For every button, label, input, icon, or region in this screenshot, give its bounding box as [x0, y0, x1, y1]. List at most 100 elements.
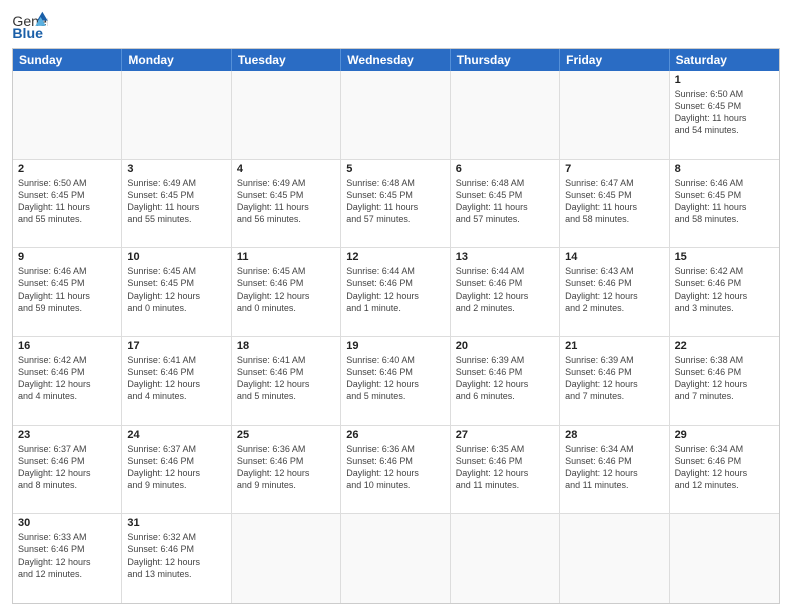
day-cell-8: 8 Sunrise: 6:46 AM Sunset: 6:45 PM Daylig… [670, 160, 779, 248]
day-number: 23 [18, 429, 116, 441]
day-info: Sunrise: 6:49 AM Sunset: 6:45 PM Dayligh… [237, 177, 335, 226]
day-number: 1 [675, 74, 774, 86]
day-number: 16 [18, 340, 116, 352]
day-number: 15 [675, 251, 774, 263]
day-number: 7 [565, 163, 663, 175]
day-info: Sunrise: 6:37 AM Sunset: 6:46 PM Dayligh… [127, 443, 225, 492]
day-cell-18: 18 Sunrise: 6:41 AM Sunset: 6:46 PM Dayli… [232, 337, 341, 425]
day-info: Sunrise: 6:48 AM Sunset: 6:45 PM Dayligh… [346, 177, 444, 226]
day-number: 5 [346, 163, 444, 175]
day-cell-28: 28Sunrise: 6:34 AM Sunset: 6:46 PM Dayli… [560, 426, 669, 514]
day-number: 24 [127, 429, 225, 441]
day-number: 9 [18, 251, 116, 263]
day-info: Sunrise: 6:46 AM Sunset: 6:45 PM Dayligh… [18, 265, 116, 314]
day-cell-20: 20Sunrise: 6:39 AM Sunset: 6:46 PM Dayli… [451, 337, 560, 425]
day-cell-11: 11 Sunrise: 6:45 AM Sunset: 6:46 PM Dayli… [232, 248, 341, 336]
day-info: Sunrise: 6:35 AM Sunset: 6:46 PM Dayligh… [456, 443, 554, 492]
page: General Blue SundayMondayTuesdayWednesda… [0, 0, 792, 612]
day-number: 18 [237, 340, 335, 352]
day-info: Sunrise: 6:50 AM Sunset: 6:45 PM Dayligh… [18, 177, 116, 226]
day-info: Sunrise: 6:41 AM Sunset: 6:46 PM Dayligh… [127, 354, 225, 403]
day-cell-4: 4 Sunrise: 6:49 AM Sunset: 6:45 PM Daylig… [232, 160, 341, 248]
day-number: 29 [675, 429, 774, 441]
day-number: 31 [127, 517, 225, 529]
day-info: Sunrise: 6:40 AM Sunset: 6:46 PM Dayligh… [346, 354, 444, 403]
day-number: 3 [127, 163, 225, 175]
week-row-1: 2Sunrise: 6:50 AM Sunset: 6:45 PM Daylig… [13, 160, 779, 249]
logo-icon: General Blue [12, 10, 48, 40]
day-info: Sunrise: 6:36 AM Sunset: 6:46 PM Dayligh… [237, 443, 335, 492]
day-header-tuesday: Tuesday [232, 49, 341, 71]
day-cell-empty [13, 71, 122, 159]
day-cell-25: 25 Sunrise: 6:36 AM Sunset: 6:46 PM Dayli… [232, 426, 341, 514]
day-cell-empty [560, 71, 669, 159]
day-cell-7: 7Sunrise: 6:47 AM Sunset: 6:45 PM Daylig… [560, 160, 669, 248]
day-info: Sunrise: 6:45 AM Sunset: 6:46 PM Dayligh… [237, 265, 335, 314]
day-number: 25 [237, 429, 335, 441]
week-row-3: 16 Sunrise: 6:42 AM Sunset: 6:46 PM Dayli… [13, 337, 779, 426]
day-cell-empty [451, 71, 560, 159]
day-number: 12 [346, 251, 444, 263]
day-cell-27: 27Sunrise: 6:35 AM Sunset: 6:46 PM Dayli… [451, 426, 560, 514]
day-cell-19: 19 Sunrise: 6:40 AM Sunset: 6:46 PM Dayli… [341, 337, 450, 425]
day-number: 6 [456, 163, 554, 175]
day-cell-12: 12Sunrise: 6:44 AM Sunset: 6:46 PM Dayli… [341, 248, 450, 336]
day-cell-29: 29 Sunrise: 6:34 AM Sunset: 6:46 PM Dayli… [670, 426, 779, 514]
day-info: Sunrise: 6:45 AM Sunset: 6:45 PM Dayligh… [127, 265, 225, 314]
day-number: 11 [237, 251, 335, 263]
day-cell-23: 23 Sunrise: 6:37 AM Sunset: 6:46 PM Dayli… [13, 426, 122, 514]
day-info: Sunrise: 6:42 AM Sunset: 6:46 PM Dayligh… [18, 354, 116, 403]
day-info: Sunrise: 6:46 AM Sunset: 6:45 PM Dayligh… [675, 177, 774, 226]
day-info: Sunrise: 6:36 AM Sunset: 6:46 PM Dayligh… [346, 443, 444, 492]
day-cell-15: 15 Sunrise: 6:42 AM Sunset: 6:46 PM Dayli… [670, 248, 779, 336]
day-info: Sunrise: 6:49 AM Sunset: 6:45 PM Dayligh… [127, 177, 225, 226]
day-number: 21 [565, 340, 663, 352]
day-number: 14 [565, 251, 663, 263]
day-number: 28 [565, 429, 663, 441]
day-cell-16: 16 Sunrise: 6:42 AM Sunset: 6:46 PM Dayli… [13, 337, 122, 425]
day-info: Sunrise: 6:39 AM Sunset: 6:46 PM Dayligh… [456, 354, 554, 403]
day-cell-1: 1Sunrise: 6:50 AM Sunset: 6:45 PM Daylig… [670, 71, 779, 159]
day-headers: SundayMondayTuesdayWednesdayThursdayFrid… [13, 49, 779, 71]
day-info: Sunrise: 6:44 AM Sunset: 6:46 PM Dayligh… [456, 265, 554, 314]
day-cell-empty [670, 514, 779, 603]
day-cell-13: 13 Sunrise: 6:44 AM Sunset: 6:46 PM Dayli… [451, 248, 560, 336]
day-cell-empty [451, 514, 560, 603]
day-header-monday: Monday [122, 49, 231, 71]
day-cell-empty [560, 514, 669, 603]
day-header-wednesday: Wednesday [341, 49, 450, 71]
header: General Blue [12, 10, 780, 40]
day-header-friday: Friday [560, 49, 669, 71]
day-header-sunday: Sunday [13, 49, 122, 71]
day-cell-empty [341, 71, 450, 159]
week-row-2: 9 Sunrise: 6:46 AM Sunset: 6:45 PM Daylig… [13, 248, 779, 337]
day-cell-empty [122, 71, 231, 159]
day-cell-2: 2Sunrise: 6:50 AM Sunset: 6:45 PM Daylig… [13, 160, 122, 248]
day-number: 22 [675, 340, 774, 352]
svg-text:Blue: Blue [12, 25, 43, 40]
day-info: Sunrise: 6:33 AM Sunset: 6:46 PM Dayligh… [18, 531, 116, 580]
day-cell-empty [232, 71, 341, 159]
week-row-4: 23 Sunrise: 6:37 AM Sunset: 6:46 PM Dayli… [13, 426, 779, 515]
day-number: 13 [456, 251, 554, 263]
day-number: 10 [127, 251, 225, 263]
day-number: 4 [237, 163, 335, 175]
day-info: Sunrise: 6:38 AM Sunset: 6:46 PM Dayligh… [675, 354, 774, 403]
day-cell-26: 26Sunrise: 6:36 AM Sunset: 6:46 PM Dayli… [341, 426, 450, 514]
day-cell-empty [341, 514, 450, 603]
day-info: Sunrise: 6:42 AM Sunset: 6:46 PM Dayligh… [675, 265, 774, 314]
day-info: Sunrise: 6:39 AM Sunset: 6:46 PM Dayligh… [565, 354, 663, 403]
day-info: Sunrise: 6:32 AM Sunset: 6:46 PM Dayligh… [127, 531, 225, 580]
day-number: 8 [675, 163, 774, 175]
day-info: Sunrise: 6:41 AM Sunset: 6:46 PM Dayligh… [237, 354, 335, 403]
day-info: Sunrise: 6:34 AM Sunset: 6:46 PM Dayligh… [675, 443, 774, 492]
day-info: Sunrise: 6:37 AM Sunset: 6:46 PM Dayligh… [18, 443, 116, 492]
day-cell-24: 24 Sunrise: 6:37 AM Sunset: 6:46 PM Dayli… [122, 426, 231, 514]
calendar-body: 1 Sunrise: 6:50 AM Sunset: 6:45 PM Daylig… [13, 71, 779, 603]
day-cell-9: 9 Sunrise: 6:46 AM Sunset: 6:45 PM Daylig… [13, 248, 122, 336]
logo: General Blue [12, 10, 48, 40]
day-number: 30 [18, 517, 116, 529]
week-row-5: 30 Sunrise: 6:33 AM Sunset: 6:46 PM Dayli… [13, 514, 779, 603]
day-number: 19 [346, 340, 444, 352]
day-cell-6: 6Sunrise: 6:48 AM Sunset: 6:45 PM Daylig… [451, 160, 560, 248]
